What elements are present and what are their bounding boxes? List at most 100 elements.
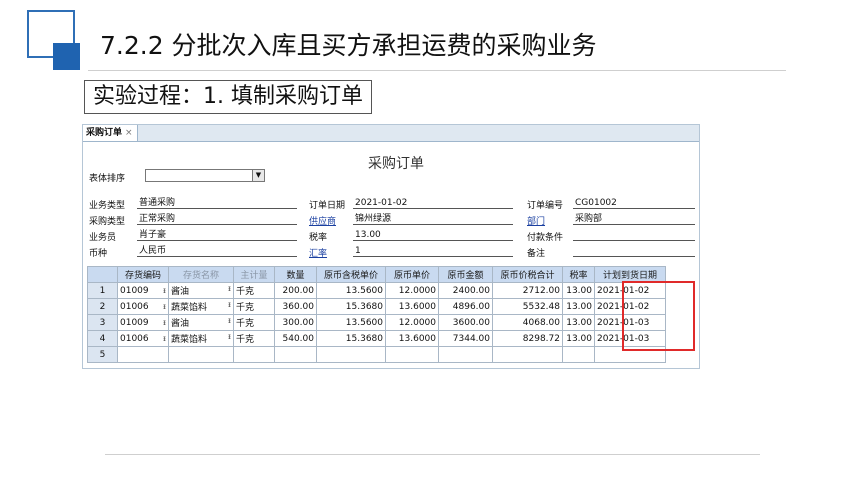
purchase-type-field[interactable]: 正常采购 [137,213,297,225]
column-header-planned-arrival-date[interactable]: 计划到货日期 [594,266,666,283]
cell-planned-arrival-date[interactable] [594,346,666,363]
business-type-label: 业务类型 [89,201,126,211]
cell-tax-rate[interactable]: 13.00 [562,298,595,315]
tab-purchase-order[interactable]: 采购订单 × [83,125,138,141]
cell-taxed-unit-price[interactable]: 13.5600 [316,282,386,299]
cell-quantity[interactable]: 360.00 [274,298,317,315]
cell-taxed-unit-price[interactable]: 13.5600 [316,314,386,331]
reference-icon[interactable]: ᵻ [228,284,231,293]
close-icon[interactable]: × [125,128,133,138]
cell-tax-rate[interactable] [562,346,595,363]
cell-amount[interactable] [438,346,493,363]
cell-quantity[interactable]: 540.00 [274,330,317,347]
cell-unit[interactable] [233,346,275,363]
column-header-unit[interactable]: 主计量 [233,266,275,283]
cell-amount[interactable]: 3600.00 [438,314,493,331]
reference-icon[interactable]: ᵻ [228,332,231,341]
cell-unit-price[interactable]: 12.0000 [385,314,439,331]
cell-total-with-tax[interactable]: 4068.00 [492,314,563,331]
cell-unit-price[interactable]: 13.6000 [385,330,439,347]
purchase-order-window: 采购订单 × 采购订单 表体排序 ▼ 业务类型 普通采购 订单日期 2021-01… [82,124,700,369]
cell-planned-arrival-date[interactable]: 2021-01-03 [594,314,666,331]
salesman-field[interactable]: 肖子豪 [137,229,297,241]
tax-rate-field[interactable]: 13.00 [353,229,513,241]
tab-label: 采购订单 [86,128,123,138]
cell-total-with-tax[interactable] [492,346,563,363]
cell-tax-rate[interactable]: 13.00 [562,314,595,331]
cell-item-code[interactable]: 01009 ᵻ [117,282,169,299]
cell-unit[interactable]: 千克 [233,298,275,315]
column-header-total-with-tax[interactable]: 原币价税合计 [492,266,563,283]
column-header-item-code[interactable]: 存货编码 [117,266,169,283]
cell-quantity[interactable]: 300.00 [274,314,317,331]
table-row[interactable]: 3 01009 ᵻ 酱油 ᵻ 千克 300.00 13.5600 12.0000 3… [87,314,666,331]
cell-item-name[interactable]: 酱油 ᵻ [168,282,234,299]
table-row[interactable]: 5 [87,346,666,363]
cell-amount[interactable]: 7344.00 [438,330,493,347]
cell-item-name[interactable]: 蔬菜馅料 ᵻ [168,298,234,315]
currency-field[interactable]: 人民币 [137,245,297,257]
cell-unit[interactable]: 千克 [233,330,275,347]
cell-unit-price[interactable]: 13.6000 [385,298,439,315]
column-header-amount[interactable]: 原币金额 [438,266,493,283]
cell-item-code[interactable]: 01006 ᵻ [117,298,169,315]
cell-taxed-unit-price[interactable] [316,346,386,363]
supplier-field[interactable]: 锦州绿源 [353,213,513,225]
payment-terms-field[interactable] [573,229,695,241]
row-number: 1 [87,282,118,299]
cell-quantity[interactable]: 200.00 [274,282,317,299]
reference-icon[interactable]: ᵻ [163,318,166,327]
table-row[interactable]: 4 01006 ᵻ 蔬菜馅料 ᵻ 千克 540.00 15.3680 13.6000… [87,330,666,347]
cell-total-with-tax[interactable]: 2712.00 [492,282,563,299]
order-no-field[interactable]: CG01002 [573,197,695,209]
cell-amount[interactable]: 4896.00 [438,298,493,315]
cell-taxed-unit-price[interactable]: 15.3680 [316,330,386,347]
cell-total-with-tax[interactable]: 8298.72 [492,330,563,347]
column-header-item-name[interactable]: 存货名称 [168,266,234,283]
reference-icon[interactable]: ᵻ [228,316,231,325]
cell-quantity[interactable] [274,346,317,363]
cell-unit[interactable]: 千克 [233,282,275,299]
supplier-label[interactable]: 供应商 [309,214,336,227]
row-number: 3 [87,314,118,331]
column-header-taxed-unit-price[interactable]: 原币含税单价 [316,266,386,283]
cell-item-name[interactable]: 酱油 ᵻ [168,314,234,331]
reference-icon[interactable]: ᵻ [228,300,231,309]
purchase-type-label: 采购类型 [89,217,126,227]
cell-unit-price[interactable]: 12.0000 [385,282,439,299]
table-row[interactable]: 1 01009 ᵻ 酱油 ᵻ 千克 200.00 13.5600 12.0000 2… [87,282,666,299]
cell-taxed-unit-price[interactable]: 15.3680 [316,298,386,315]
cell-amount[interactable]: 2400.00 [438,282,493,299]
reference-icon[interactable]: ᵻ [163,334,166,343]
exchange-rate-label[interactable]: 汇率 [309,246,327,259]
cell-unit[interactable]: 千克 [233,314,275,331]
sort-select[interactable]: ▼ [145,169,265,182]
cell-planned-arrival-date[interactable]: 2021-01-03 [594,330,666,347]
cell-item-code[interactable] [117,346,169,363]
department-label[interactable]: 部门 [527,214,545,227]
cell-item-name[interactable]: 蔬菜馅料 ᵻ [168,330,234,347]
cell-item-name[interactable] [168,346,234,363]
column-header-tax-rate[interactable]: 税率 [562,266,595,283]
cell-total-with-tax[interactable]: 5532.48 [492,298,563,315]
table-row[interactable]: 2 01006 ᵻ 蔬菜馅料 ᵻ 千克 360.00 15.3680 13.6000… [87,298,666,315]
cell-item-code[interactable]: 01009 ᵻ [117,314,169,331]
column-header-quantity[interactable]: 数量 [274,266,317,283]
business-type-field[interactable]: 普通采购 [137,197,297,209]
reference-icon[interactable]: ᵻ [163,302,166,311]
cell-item-code[interactable]: 01006 ᵻ [117,330,169,347]
chevron-down-icon[interactable]: ▼ [252,170,264,181]
remark-field[interactable] [573,245,695,257]
cell-tax-rate[interactable]: 13.00 [562,282,595,299]
order-date-field[interactable]: 2021-01-02 [353,197,513,209]
cell-unit-price[interactable] [385,346,439,363]
remark-label: 备注 [527,249,546,259]
cell-planned-arrival-date[interactable]: 2021-01-02 [594,282,666,299]
department-field[interactable]: 采购部 [573,213,695,225]
reference-icon[interactable]: ᵻ [163,286,166,295]
column-header-unit-price[interactable]: 原币单价 [385,266,439,283]
cell-planned-arrival-date[interactable]: 2021-01-02 [594,298,666,315]
exchange-rate-field[interactable]: 1 [353,245,513,257]
footer-divider [105,454,760,455]
cell-tax-rate[interactable]: 13.00 [562,330,595,347]
